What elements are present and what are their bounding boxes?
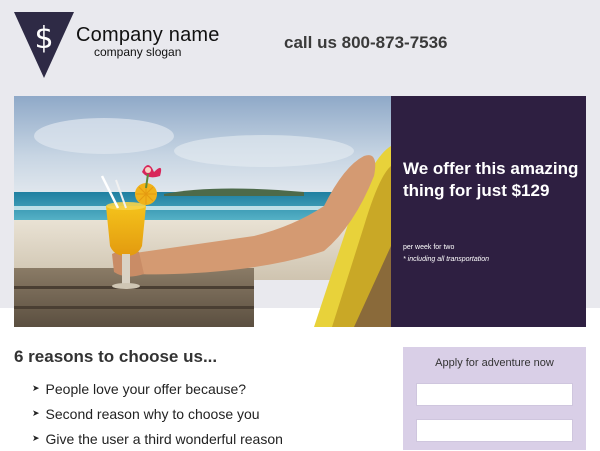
list-item-text: Second reason why to choose you	[45, 405, 260, 422]
dollar-pennant-icon[interactable]: $	[14, 12, 74, 78]
apply-field-1[interactable]	[416, 383, 573, 406]
hero-banner: We offer this amazing thing for just $12…	[14, 96, 586, 327]
offer-panel: We offer this amazing thing for just $12…	[391, 96, 586, 327]
phone-number[interactable]: call us 800-873-7536	[284, 33, 448, 53]
form-title: Apply for adventure now	[435, 357, 554, 369]
arrow-right-icon: ➤	[32, 408, 40, 418]
reasons-heading: 6 reasons to choose us...	[14, 347, 218, 366]
list-item-text: Give the user a third wonderful reason	[45, 430, 283, 447]
apply-field-2[interactable]	[416, 419, 573, 442]
list-item: ➤ Give the user a third wonderful reason	[32, 426, 283, 451]
list-item-text: People love your offer because?	[45, 380, 247, 397]
company-slogan: company slogan	[94, 45, 182, 59]
list-item: ➤ Second reason why to choose you	[32, 401, 283, 426]
logo-symbol: $	[34, 21, 53, 56]
beach-cocktail-photo	[14, 96, 391, 327]
arrow-right-icon: ➤	[32, 383, 40, 393]
offer-note: * including all transportation	[403, 256, 489, 263]
offer-title: We offer this amazing thing for just $12…	[403, 159, 579, 200]
arrow-right-icon: ➤	[32, 433, 40, 443]
company-name[interactable]: Company name	[76, 24, 220, 47]
apply-form: Apply for adventure now	[403, 347, 586, 450]
reasons-list: ➤ People love your offer because? ➤ Seco…	[32, 376, 283, 451]
offer-subtitle: per week for two	[403, 244, 455, 251]
list-item: ➤ People love your offer because?	[32, 376, 283, 401]
